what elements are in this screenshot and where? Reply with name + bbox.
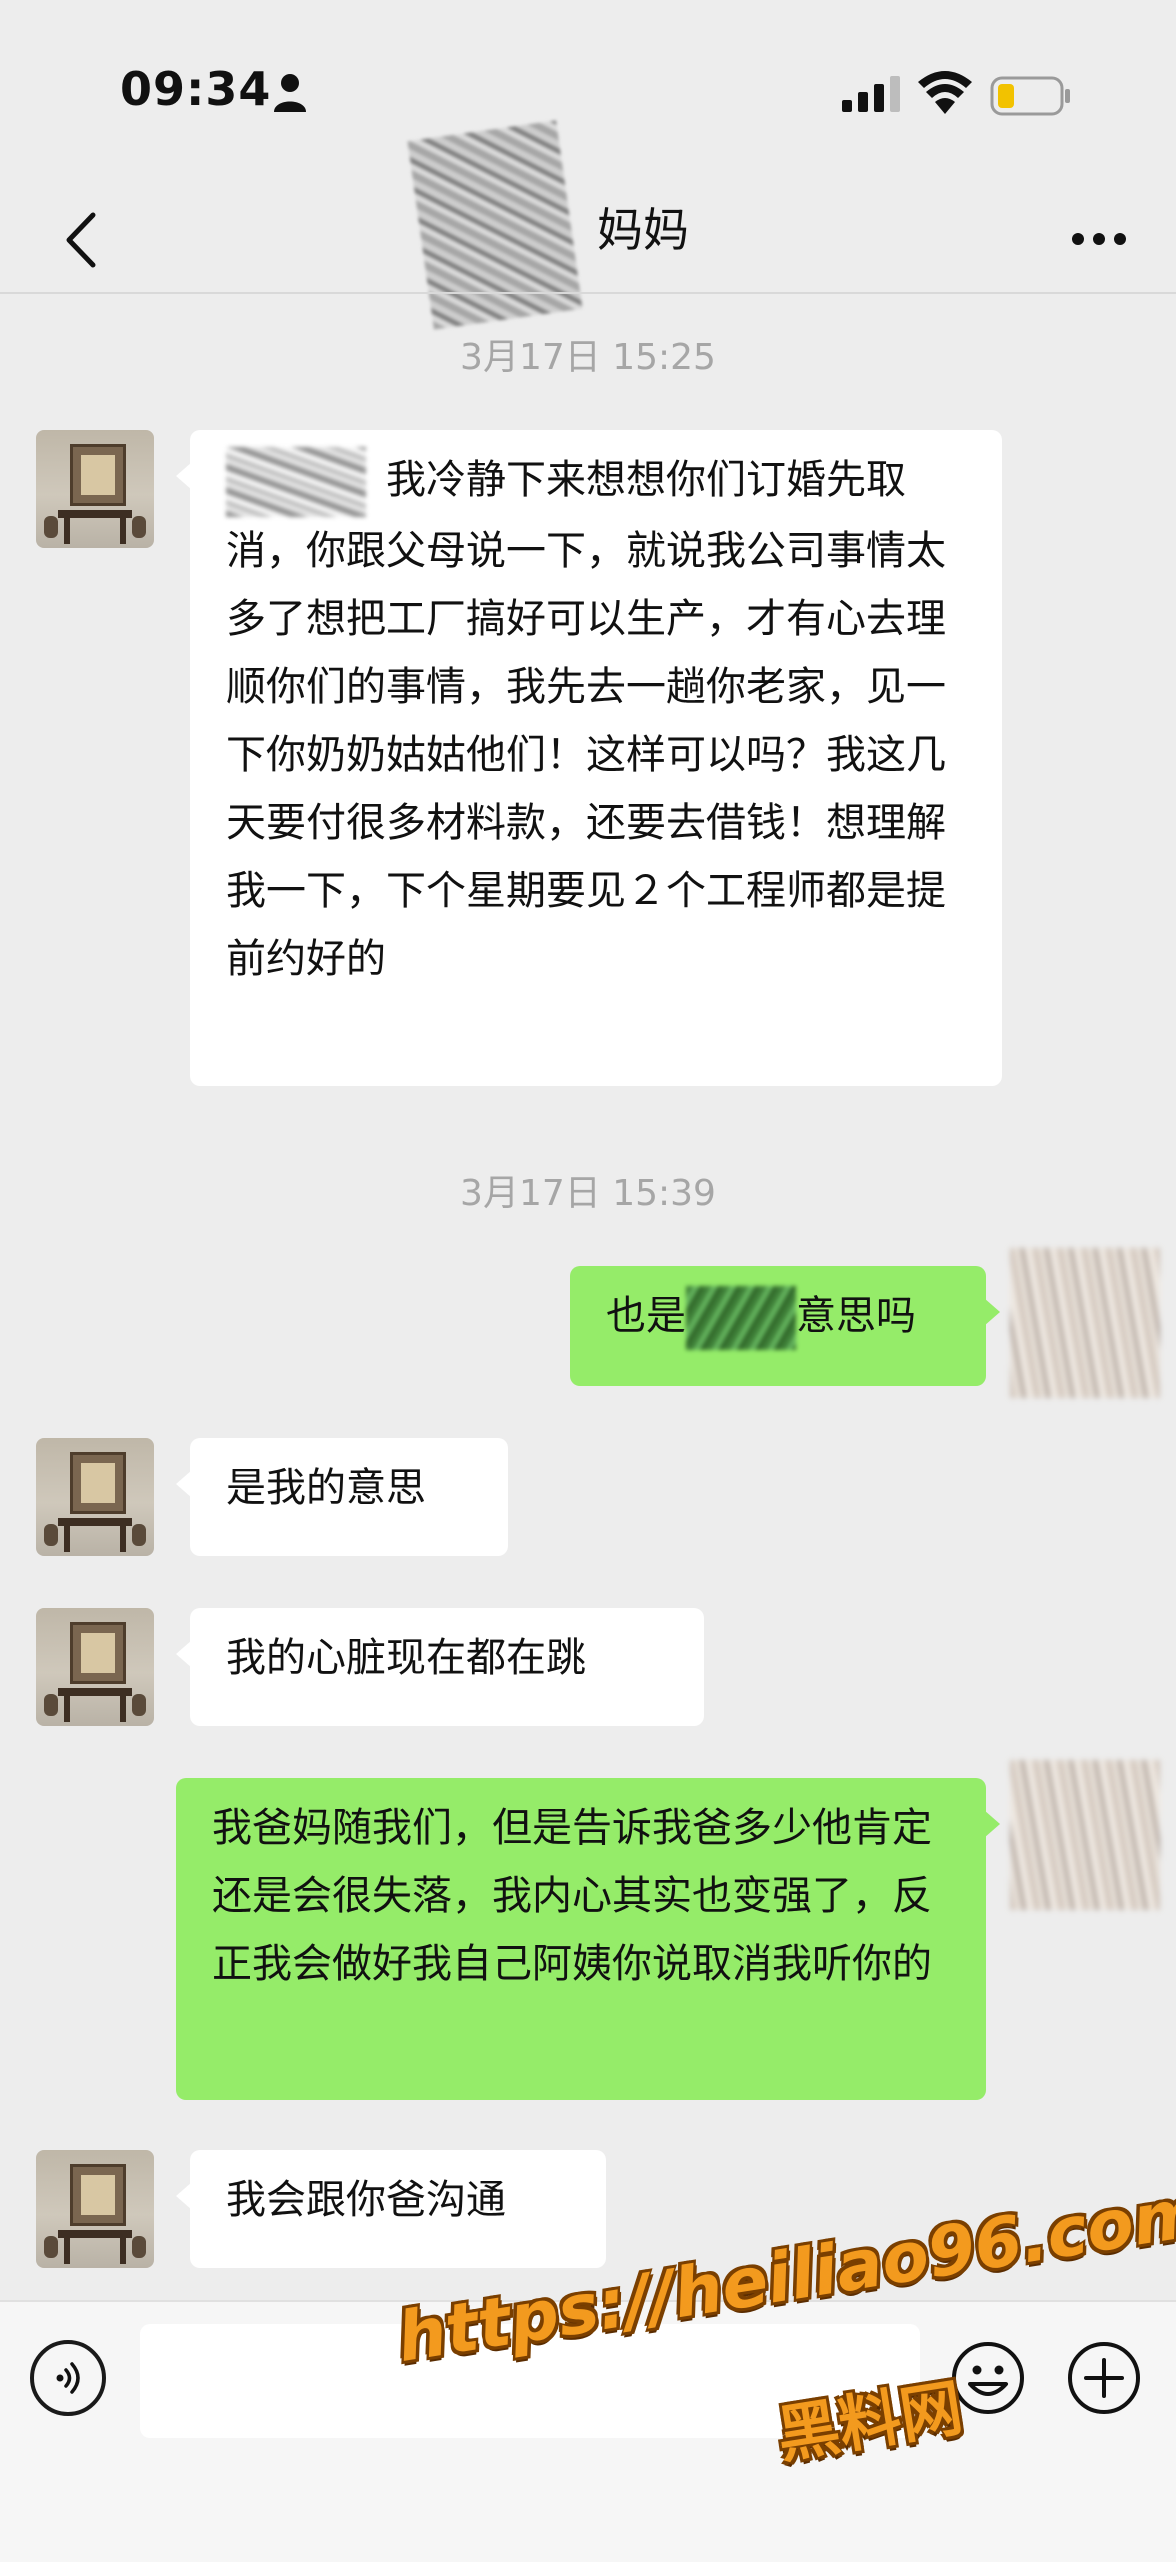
redacted-mention-blur [226,447,366,517]
contact-avatar[interactable] [36,1608,154,1726]
more-button[interactable] [1064,204,1134,274]
battery-icon [990,76,1070,116]
contact-avatar[interactable] [36,2150,154,2268]
person-icon [274,74,306,112]
status-time: 09:34 [120,62,272,116]
plus-button[interactable] [1066,2340,1142,2416]
redacted-name-blur [407,120,583,330]
self-avatar[interactable] [1010,1248,1160,1398]
message-text-suffix: 意思吗 [796,1293,916,1339]
incoming-message-bubble[interactable]: 我的心脏现在都在跳 [176,1608,704,1726]
contact-avatar[interactable] [36,430,154,548]
message-text-prefix: 也是 [606,1293,686,1339]
self-avatar[interactable] [1010,1760,1160,1910]
message-text: 我爸妈随我们，但是告诉我爸多少他肯定还是会很失落，我内心其实也变强了，反正我会做… [212,1805,932,1987]
incoming-message-bubble[interactable]: 我会跟你爸沟通 [176,2150,606,2268]
incoming-message-bubble[interactable]: 是我的意思 [176,1438,508,1556]
redacted-name-blur [686,1286,796,1350]
incoming-message-bubble[interactable]: 我冷静下来想想你们订婚先取消，你跟父母说一下，就说我公司事情太多了想把工厂搞好可… [176,430,1002,1086]
message-text: 我冷静下来想想你们订婚先取消，你跟父母说一下，就说我公司事情太多了想把工厂搞好可… [226,457,946,982]
more-dots-icon [1072,233,1126,245]
message-text: 是我的意思 [226,1465,426,1511]
nav-bar: 妈妈 [0,120,1176,330]
message-text: 我的心脏现在都在跳 [226,1635,586,1681]
message-timestamp: 3月17日 15:25 [460,337,716,378]
chat-title: 妈妈 [0,190,1176,270]
status-bar: 09:34 [0,0,1176,190]
header-divider [0,292,1176,294]
wifi-icon [918,71,972,114]
voice-icon [56,2362,80,2394]
outgoing-message-bubble[interactable]: 我爸妈随我们，但是告诉我爸多少他肯定还是会很失落，我内心其实也变强了，反正我会做… [176,1778,1000,2100]
message-timestamp: 3月17日 15:39 [460,1173,716,1214]
voice-button[interactable] [30,2340,106,2416]
contact-avatar[interactable] [36,1438,154,1556]
outgoing-message-bubble[interactable]: 也是 意思吗 [570,1266,1000,1386]
signal-icon [842,76,900,112]
message-text: 我会跟你爸沟通 [226,2177,506,2223]
